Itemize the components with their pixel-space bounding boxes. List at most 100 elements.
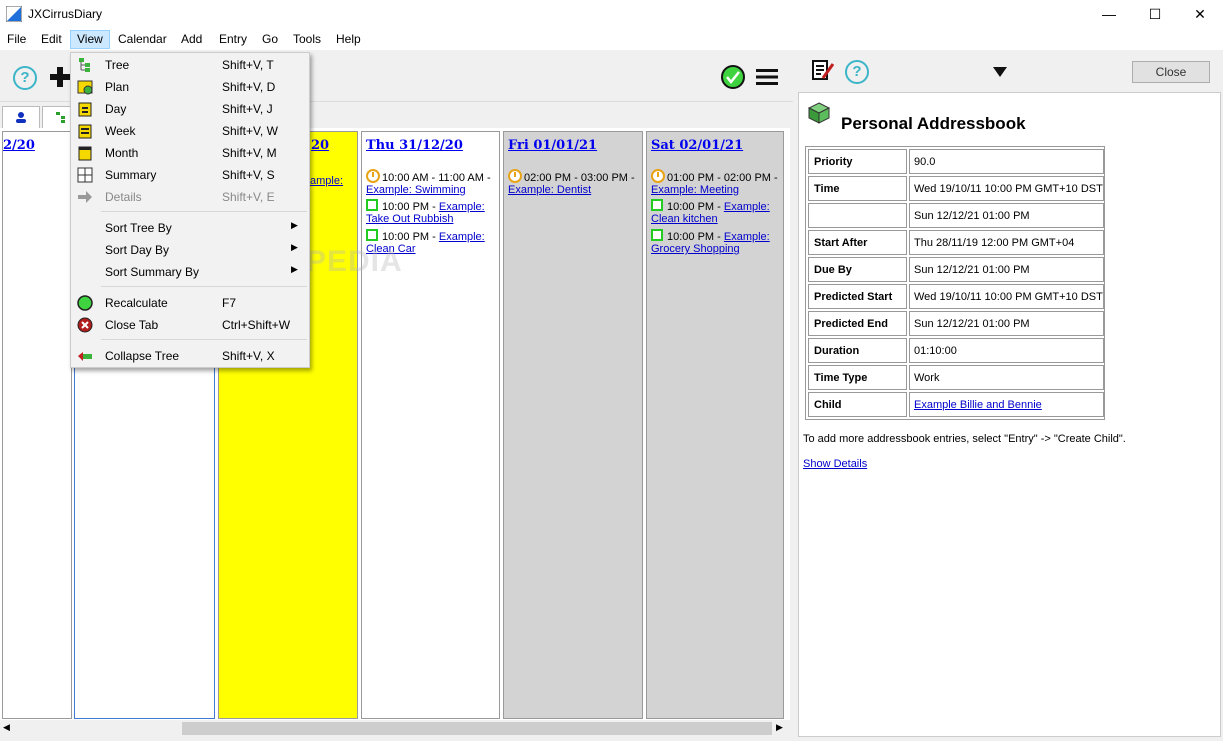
title-bar: JXCirrusDiary — ☐ ✕ [0, 0, 1223, 28]
menu-item-label: Month [105, 146, 139, 160]
show-details-link[interactable]: Show Details [803, 458, 867, 470]
menu-item-label: Recalculate [105, 296, 168, 310]
horizontal-scrollbar[interactable]: ◀ ▶ [0, 720, 790, 737]
day-column-thu[interactable]: Thu 31/12/20 10:00 AM - 11:00 AM - Exampl… [361, 131, 500, 719]
close-button[interactable]: Close [1132, 61, 1210, 83]
minimize-button[interactable]: — [1086, 0, 1132, 28]
details-pane: Personal Addressbook Priority 90.0 Time We… [798, 92, 1221, 737]
menu-item-week[interactable]: Week Shift+V, W [73, 120, 309, 142]
menu-go[interactable]: Go [256, 30, 284, 49]
menu-item-label: Tree [105, 58, 130, 72]
entry-link[interactable]: Example: [439, 201, 485, 213]
clock-icon [651, 169, 665, 183]
summary-icon [77, 167, 93, 183]
recalculate-icon [77, 295, 93, 311]
day-icon [78, 102, 92, 117]
tab-tree[interactable] [42, 106, 72, 128]
menu-item-label: Sort Tree By [105, 221, 172, 235]
help-icon[interactable]: ? [13, 66, 37, 90]
menu-calendar[interactable]: Calendar [112, 30, 173, 49]
todo-checkbox-icon[interactable] [651, 199, 663, 211]
property-key: Duration [808, 338, 907, 363]
day-header[interactable]: Thu 31/12/20 [366, 138, 463, 153]
edit-notes-icon[interactable] [811, 58, 835, 82]
entry-link[interactable]: Example: Dentist [508, 184, 591, 196]
entry-link[interactable]: Example: Swimming [366, 184, 466, 196]
menu-item-recalculate[interactable]: Recalculate F7 [73, 292, 309, 314]
maximize-button[interactable]: ☐ [1132, 0, 1178, 28]
recalculate-status-icon[interactable] [720, 64, 746, 90]
menu-tools[interactable]: Tools [287, 30, 327, 49]
menu-item-sort-summary-by[interactable]: Sort Summary By ▶ [73, 261, 309, 283]
menu-file[interactable]: File [1, 30, 32, 49]
day-header[interactable]: Fri 01/01/21 [508, 138, 597, 153]
property-key [808, 203, 907, 228]
menu-item-label: Sort Day By [105, 243, 170, 257]
menu-item-sort-tree-by[interactable]: Sort Tree By ▶ [73, 217, 309, 239]
menu-item-close-tab[interactable]: Close Tab Ctrl+Shift+W [73, 314, 309, 336]
window-title: JXCirrusDiary [28, 7, 103, 21]
menu-item-plan[interactable]: Plan Shift+V, D [73, 76, 309, 98]
day-column-sat[interactable]: Sat 02/01/21 01:00 PM - 02:00 PM - Exampl… [646, 131, 784, 719]
addressbook-cube-icon [807, 102, 831, 124]
menu-item-shortcut: Shift+V, S [222, 168, 275, 182]
day-column-partial[interactable]: 2/20 [2, 131, 72, 719]
entry-time: 10:00 AM - 11:00 AM - [382, 172, 491, 184]
entry-link[interactable]: Clean kitchen [651, 213, 718, 225]
day-header[interactable]: 20 [311, 138, 329, 153]
property-value: Sun 12/12/21 01:00 PM [909, 311, 1104, 336]
menu-entry[interactable]: Entry [213, 30, 253, 49]
menu-item-tree[interactable]: Tree Shift+V, T [73, 54, 309, 76]
menu-item-month[interactable]: Month Shift+V, M [73, 142, 309, 164]
person-icon [16, 112, 26, 123]
window-close-button[interactable]: ✕ [1177, 0, 1223, 28]
child-link[interactable]: Example Billie and Bennie [914, 399, 1042, 411]
entry-link[interactable]: Example: [724, 201, 770, 213]
entry-link[interactable]: Example: Meeting [651, 184, 739, 196]
menu-item-day[interactable]: Day Shift+V, J [73, 98, 309, 120]
entry-time: 10:00 PM - [382, 231, 436, 243]
menu-add[interactable]: Add [175, 30, 208, 49]
scroll-left-icon[interactable]: ◀ [3, 722, 10, 733]
entry-link[interactable]: Grocery Shopping [651, 243, 740, 255]
menu-help[interactable]: Help [330, 30, 367, 49]
tree-icon [79, 58, 90, 72]
menu-item-shortcut: Shift+V, J [222, 102, 273, 116]
menu-item-label: Week [105, 124, 136, 138]
add-icon[interactable] [49, 66, 71, 88]
todo-checkbox-icon[interactable] [366, 199, 378, 211]
entry-link[interactable]: Take Out Rubbish [366, 213, 453, 225]
scroll-right-icon[interactable]: ▶ [776, 722, 783, 733]
properties-table: Priority 90.0 Time Wed 19/10/11 10:00 PM G… [805, 146, 1105, 420]
entry-link[interactable]: ample: [310, 175, 343, 187]
entry-time: 10:00 PM - [667, 231, 721, 243]
todo-checkbox-icon[interactable] [651, 229, 663, 241]
menu-item-sort-day-by[interactable]: Sort Day By ▶ [73, 239, 309, 261]
day-header[interactable]: 2/20 [3, 138, 35, 153]
entry-todo: 10:00 PM - Example: Clean kitchen [651, 199, 770, 225]
tab-addressbook[interactable] [2, 106, 40, 128]
scrollbar-thumb[interactable] [182, 722, 772, 735]
entry-event: 01:00 PM - 02:00 PM - Example: Meeting [651, 169, 778, 196]
entry-event: 10:00 AM - 11:00 AM - Example: Swimming [366, 169, 491, 196]
entry-link[interactable]: Example: [724, 231, 770, 243]
property-value: 01:10:00 [909, 338, 1104, 363]
menu-item-summary[interactable]: Summary Shift+V, S [73, 164, 309, 186]
menu-item-label: Summary [105, 168, 157, 182]
menu-separator [101, 286, 307, 287]
menu-separator [101, 211, 307, 212]
menu-item-collapse-tree[interactable]: Collapse Tree Shift+V, X [73, 345, 309, 367]
menu-item-label: Plan [105, 80, 130, 94]
day-column-fri[interactable]: Fri 01/01/21 02:00 PM - 03:00 PM - Exampl… [503, 131, 643, 719]
hamburger-menu-icon[interactable] [755, 67, 779, 87]
menu-item-shortcut: Shift+V, T [222, 58, 274, 72]
day-header[interactable]: Sat 02/01/21 [651, 138, 743, 153]
menu-item-shortcut: Ctrl+Shift+W [222, 318, 291, 332]
menu-view[interactable]: View [70, 30, 110, 49]
entry-link[interactable]: Example: [439, 231, 485, 243]
menu-edit[interactable]: Edit [35, 30, 68, 49]
menu-item-label: Details [105, 190, 142, 204]
dropdown-triangle-icon[interactable] [992, 66, 1008, 78]
details-help-icon[interactable]: ? [845, 60, 869, 84]
todo-checkbox-icon[interactable] [366, 229, 378, 241]
